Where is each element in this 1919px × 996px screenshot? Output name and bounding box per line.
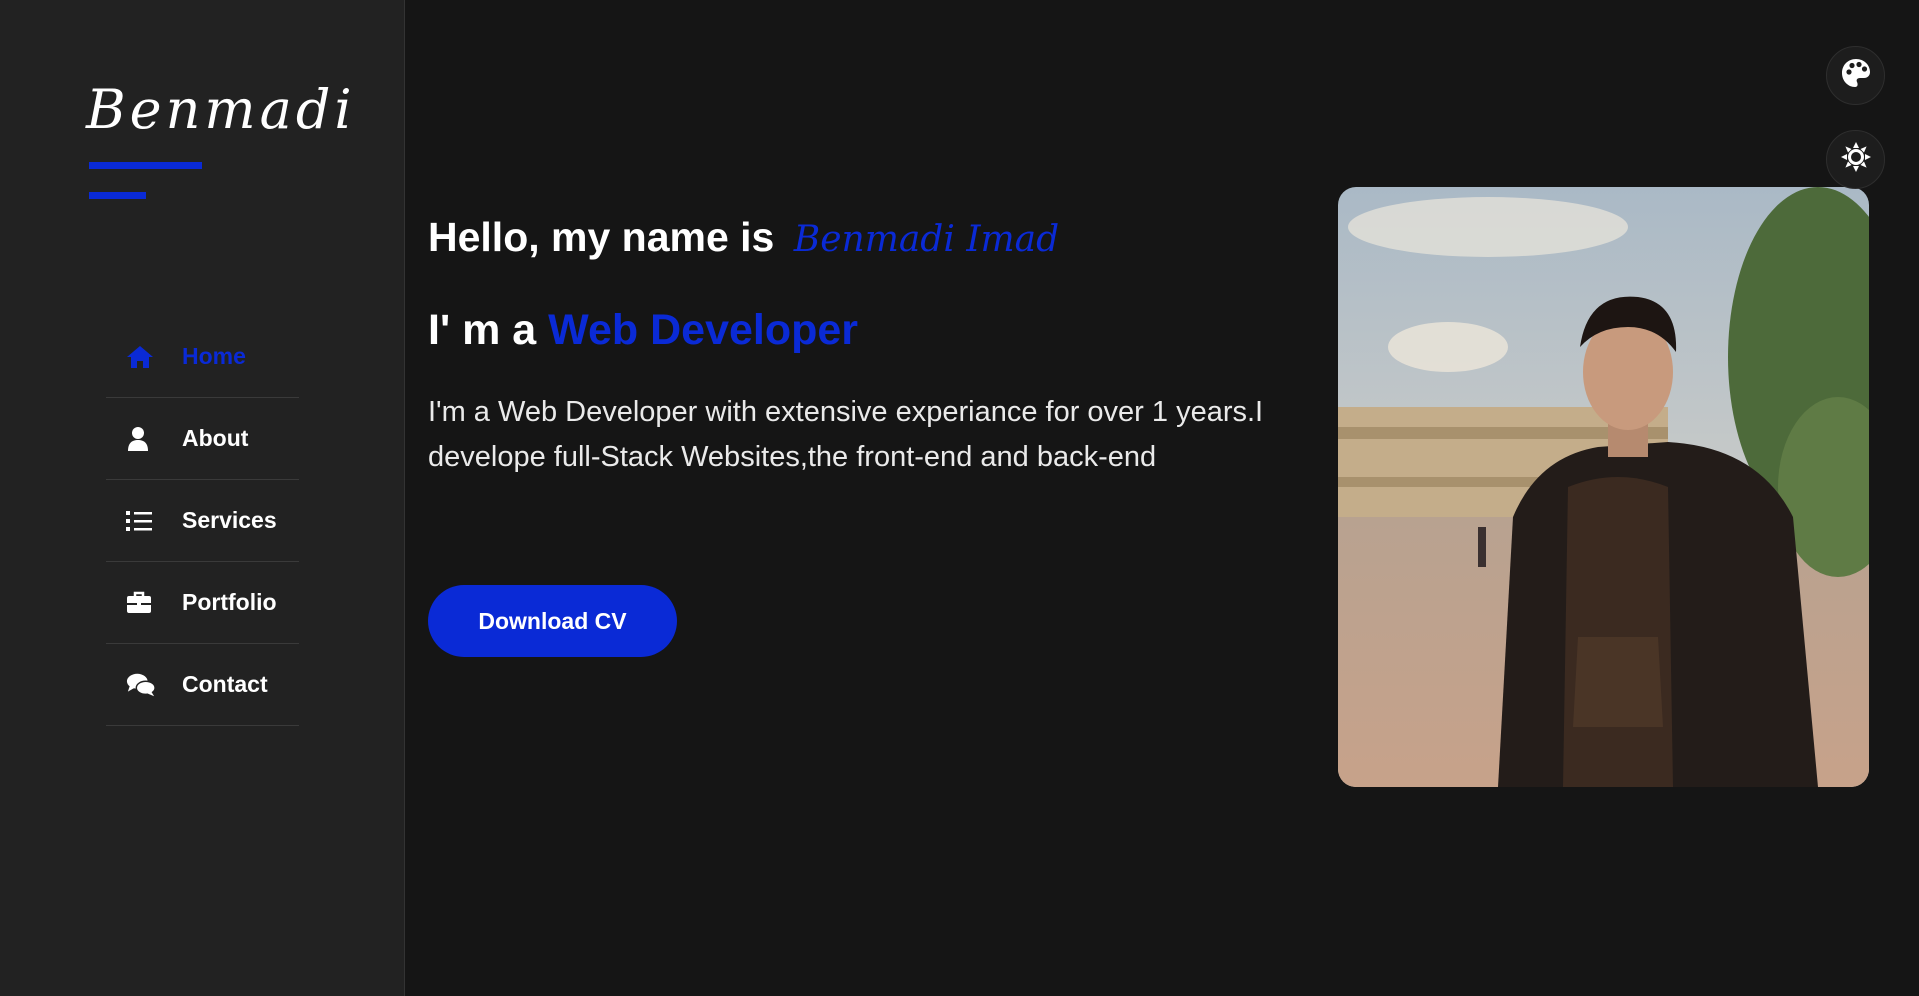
profile-photo (1338, 187, 1869, 787)
nav-item-services[interactable]: Services (106, 480, 299, 562)
hero-description: I'm a Web Developer with extensive exper… (428, 396, 1264, 473)
user-icon (126, 426, 156, 452)
nav-item-home[interactable]: Home (106, 316, 299, 398)
home-icon (126, 344, 156, 370)
greeting-prefix: Hello, my name is (428, 214, 775, 260)
palette-button[interactable] (1826, 46, 1885, 105)
palette-icon (1840, 57, 1872, 94)
download-cv-button[interactable]: Download CV (428, 585, 677, 657)
nav-menu: Home About Services Portfolio Contact (106, 316, 299, 726)
logo[interactable]: Benmadi (86, 78, 356, 141)
nav-item-label: Portfolio (182, 589, 277, 615)
sidebar: Benmadi Home About Services Portfolio Co… (0, 0, 405, 996)
role-heading: I' m a Web Developer (428, 306, 858, 355)
nav-item-label: About (182, 425, 249, 451)
theme-toggle-button[interactable] (1826, 130, 1885, 189)
hero-name: Benmadi Imad (793, 219, 1060, 260)
list-icon (126, 508, 156, 534)
nav-item-portfolio[interactable]: Portfolio (106, 562, 299, 644)
greeting-heading: Hello, my name is Benmadi Imad (428, 214, 1059, 261)
comments-icon (126, 672, 156, 698)
logo-underline-long (89, 162, 202, 169)
nav-item-label: Services (182, 507, 277, 533)
nav-item-contact[interactable]: Contact (106, 644, 299, 726)
role-prefix: I' m a (428, 306, 537, 354)
nav-item-label: Contact (182, 671, 268, 697)
sun-icon (1840, 141, 1872, 178)
logo-underline-short (89, 192, 146, 199)
briefcase-icon (126, 590, 156, 616)
role-title: Web Developer (548, 306, 859, 354)
nav-item-about[interactable]: About (106, 398, 299, 480)
nav-item-label: Home (182, 343, 246, 369)
